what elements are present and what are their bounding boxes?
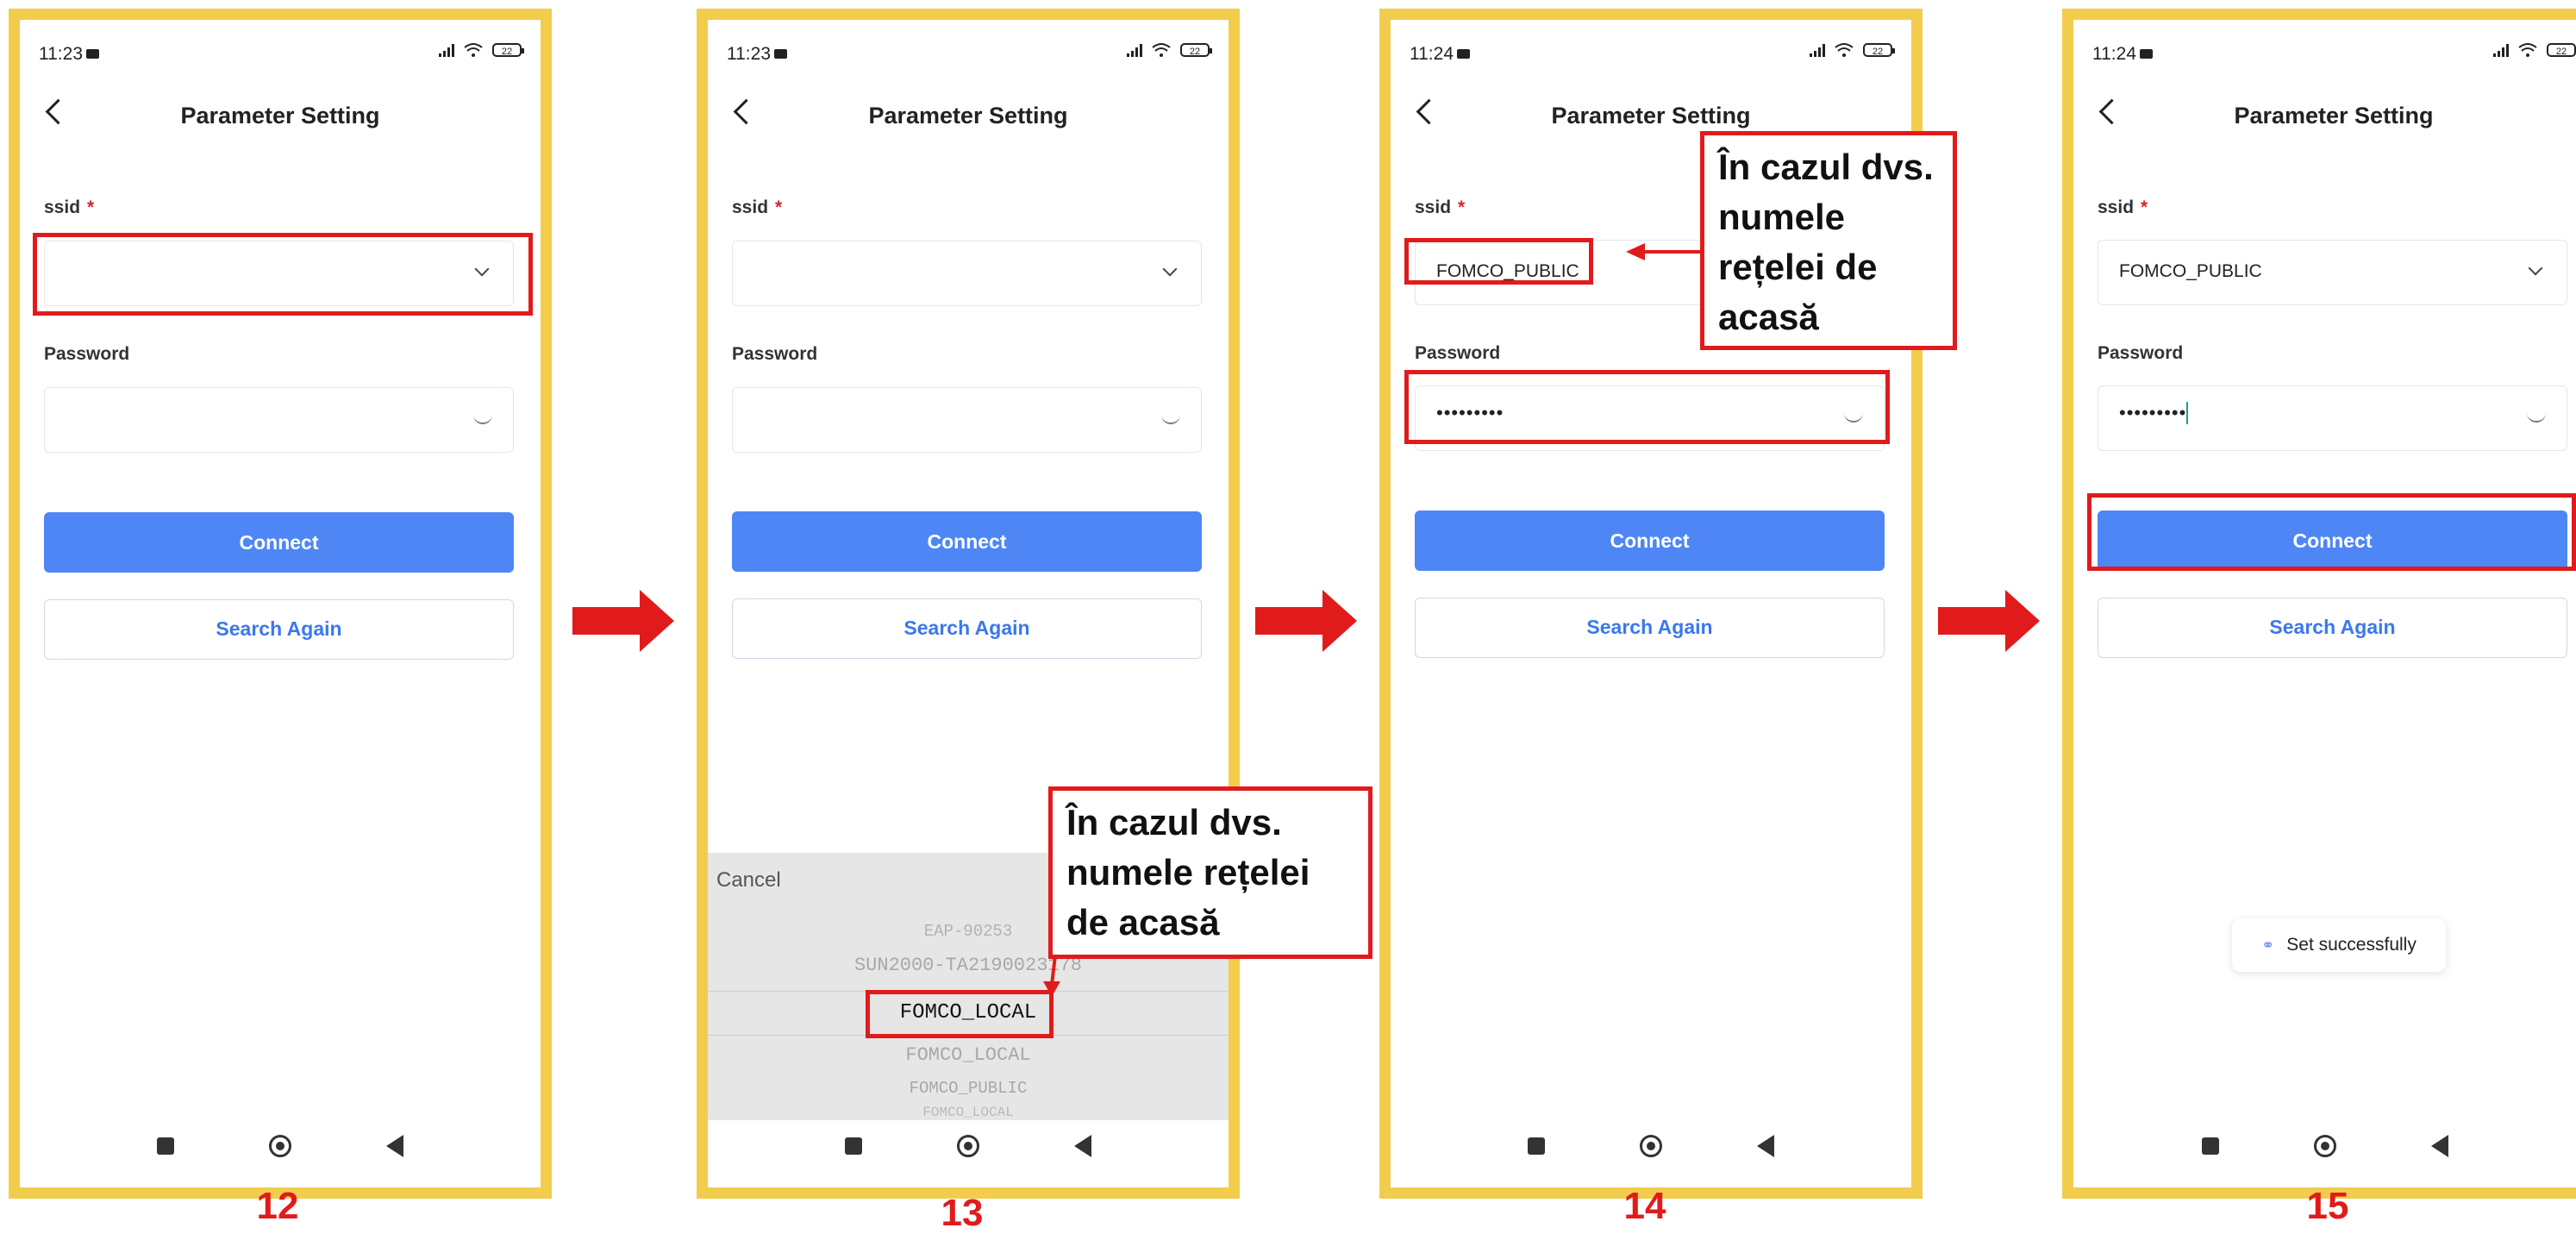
eye-closed-icon[interactable] — [473, 414, 492, 424]
step-number-14: 14 — [1623, 1185, 1666, 1227]
chevron-down-icon — [1162, 261, 1178, 277]
connect-button[interactable]: Connect — [732, 511, 1202, 572]
callout-pointer-arrow-icon — [1043, 955, 1060, 997]
tutorial-canvas: 11:23 22 Parameter Setting ssid * Passwor… — [0, 0, 2576, 1234]
signal-icon — [1127, 43, 1142, 57]
recents-icon[interactable] — [2201, 1137, 2219, 1155]
callout-home-network-13: În cazul dvs. numele rețelei de acasă — [1048, 786, 1372, 959]
arrow-right-icon — [1938, 590, 2040, 652]
highlight-ssid — [33, 233, 533, 316]
ssid-label: ssid * — [732, 197, 783, 217]
status-time: 11:24 — [2092, 44, 2153, 65]
camera-icon — [774, 49, 787, 59]
link-icon: ⚭ — [2261, 936, 2275, 954]
password-label: Password — [1415, 343, 1501, 363]
ssid-label: ssid * — [2098, 197, 2148, 217]
search-again-button[interactable]: Search Again — [2098, 598, 2567, 658]
search-again-button[interactable]: Search Again — [732, 598, 1202, 659]
ssid-value: FOMCO_PUBLIC — [2119, 261, 2262, 281]
recents-icon[interactable] — [157, 1137, 174, 1155]
callout-pointer-arrow-icon — [1626, 243, 1704, 260]
connect-button[interactable]: Connect — [44, 512, 514, 573]
ssid-select[interactable] — [732, 241, 1202, 306]
chevron-down-icon — [2528, 260, 2543, 276]
battery-icon: 22 — [2547, 43, 2576, 57]
wifi-icon — [1152, 43, 1171, 57]
signal-icon — [1810, 43, 1825, 57]
camera-icon — [1457, 49, 1470, 59]
page-title: Parameter Setting — [2234, 103, 2434, 128]
arrow-right-icon — [572, 590, 674, 652]
picker-option[interactable]: FOMCO_PUBLIC — [708, 1079, 1229, 1098]
status-time: 11:23 — [727, 44, 787, 65]
callout-home-network-14: În cazul dvs. numele rețelei de acasă — [1700, 131, 1957, 350]
search-again-button[interactable]: Search Again — [1415, 598, 1885, 658]
highlight-picker-option — [866, 990, 1054, 1038]
nav-back-icon[interactable] — [2430, 1135, 2448, 1157]
search-again-button[interactable]: Search Again — [44, 599, 514, 660]
home-icon[interactable] — [2313, 1135, 2336, 1157]
system-nav-bar — [20, 1129, 541, 1163]
password-value: ••••••••• — [2119, 402, 2189, 424]
system-nav-bar — [708, 1129, 1229, 1163]
camera-icon — [2140, 49, 2153, 59]
step-number-13: 13 — [941, 1192, 984, 1234]
nav-back-icon[interactable] — [386, 1135, 403, 1157]
phone-screen-12: 11:23 22 Parameter Setting ssid * Passwor… — [9, 9, 552, 1199]
battery-icon: 22 — [1180, 43, 1212, 57]
home-icon[interactable] — [957, 1135, 979, 1157]
arrow-right-icon — [1255, 590, 1357, 652]
picker-cancel-button[interactable]: Cancel — [716, 868, 781, 893]
phone-screen-13: 11:23 22 Parameter Setting ssid * Passwor… — [697, 9, 1240, 1199]
recents-icon[interactable] — [1528, 1137, 1545, 1155]
step-number-15: 15 — [2306, 1185, 2349, 1227]
status-icons: 22 — [439, 42, 524, 58]
nav-back-icon[interactable] — [1074, 1135, 1091, 1157]
wifi-icon — [464, 43, 483, 57]
eye-closed-icon[interactable] — [2527, 412, 2546, 423]
password-label: Password — [2098, 343, 2184, 363]
status-time: 11:24 — [1410, 44, 1470, 65]
password-label: Password — [732, 344, 818, 364]
nav-back-icon[interactable] — [1757, 1135, 1774, 1157]
picker-option[interactable]: FOMCO_LOCAL — [708, 1105, 1229, 1120]
page-title: Parameter Setting — [1551, 103, 1751, 128]
page-title: Parameter Setting — [180, 103, 380, 128]
ssid-label: ssid * — [44, 197, 95, 217]
system-nav-bar — [2073, 1129, 2576, 1163]
home-icon[interactable] — [269, 1135, 291, 1157]
ssid-select[interactable]: FOMCO_PUBLIC — [2098, 240, 2567, 305]
signal-icon — [2493, 43, 2509, 57]
step-number-12: 12 — [256, 1185, 299, 1227]
highlight-ssid-value — [1404, 238, 1593, 285]
connect-button[interactable]: Connect — [1415, 511, 1885, 571]
ssid-label: ssid * — [1415, 197, 1466, 217]
status-time: 11:23 — [39, 44, 99, 65]
password-field[interactable] — [732, 387, 1202, 453]
wifi-icon — [1835, 43, 1854, 57]
phone-screen-15: 11:24 22 Parameter Setting ssid * FOMCO_P… — [2062, 9, 2576, 1199]
recents-icon[interactable] — [845, 1137, 862, 1155]
text-caret — [2186, 402, 2189, 424]
page-title: Parameter Setting — [868, 103, 1068, 128]
status-icons: 22 — [1127, 42, 1212, 58]
camera-icon — [86, 49, 99, 59]
password-field[interactable]: ••••••••• — [2098, 385, 2567, 451]
password-field[interactable] — [44, 387, 514, 453]
highlight-password — [1404, 370, 1890, 444]
signal-icon — [439, 43, 454, 57]
system-nav-bar — [1391, 1129, 1911, 1163]
status-icons: 22 — [2493, 42, 2576, 58]
home-icon[interactable] — [1640, 1135, 1662, 1157]
eye-closed-icon[interactable] — [1161, 414, 1180, 424]
picker-option[interactable]: FOMCO_LOCAL — [708, 1044, 1229, 1066]
wifi-icon — [2518, 43, 2537, 57]
status-icons: 22 — [1810, 42, 1895, 58]
battery-icon: 22 — [492, 43, 524, 57]
password-label: Password — [44, 344, 130, 364]
battery-icon: 22 — [1863, 43, 1895, 57]
toast-notification: ⚭ Set successfully — [2232, 918, 2446, 972]
highlight-connect — [2087, 493, 2576, 571]
